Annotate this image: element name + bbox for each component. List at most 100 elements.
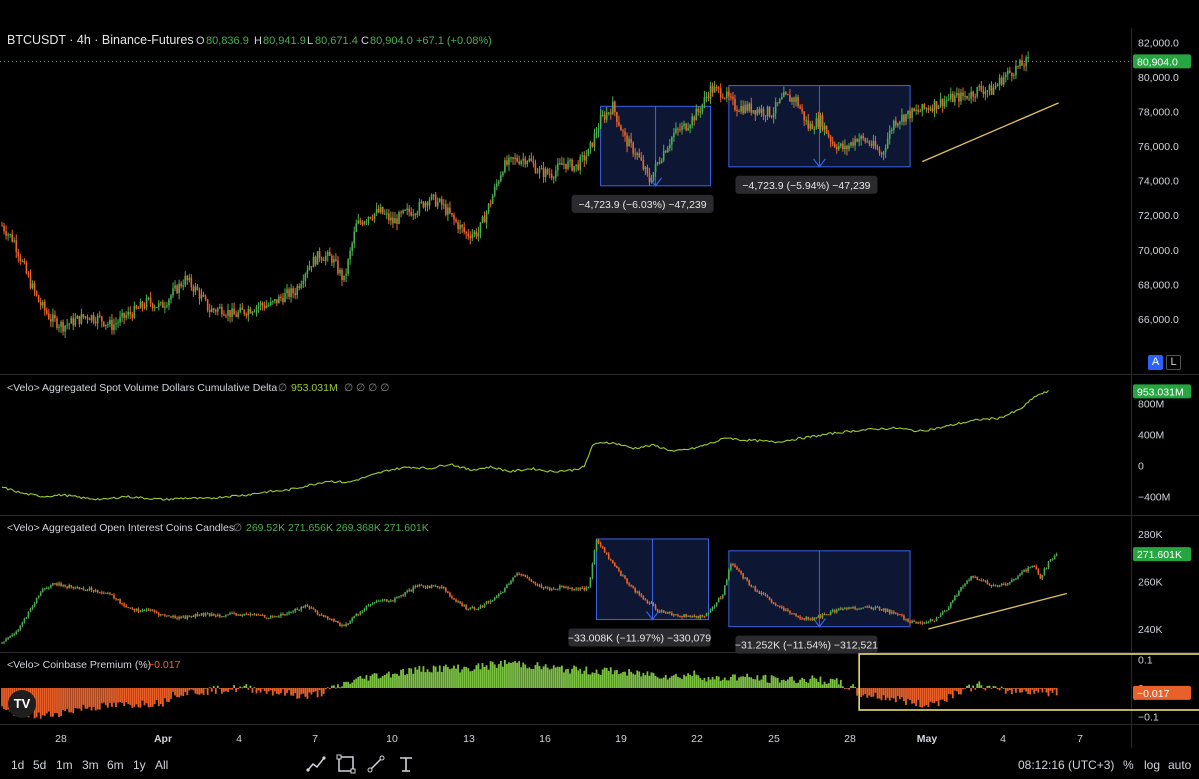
price-candle [90,315,93,321]
premium-bar [45,688,48,714]
price-candle [646,167,649,174]
price-pane[interactable]: 82,000.080,000.078,000.076,000.074,000.0… [0,37,1191,339]
timeframe-6m[interactable]: 6m [107,758,124,772]
premium-pane[interactable]: 0.10−0.1−0.017 [1,653,1199,723]
oi-candle [160,614,162,616]
premium-title[interactable]: <Velo> Coinbase Premium (%) [7,659,151,671]
premium-bar [526,668,529,688]
price-candle [290,288,292,297]
x-tick-label: 13 [463,733,475,745]
premium-bar [628,669,630,688]
oi-candle [575,588,577,590]
oi-candle [276,616,278,618]
timeframe-all[interactable]: All [155,758,168,772]
premium-bar [184,688,187,693]
price-candle [880,153,883,155]
timeframe-5d[interactable]: 5d [33,758,46,772]
open-value: 80,836.9 [206,35,249,47]
premium-bar [917,688,920,700]
price-candle [182,285,185,287]
lock-scale-button[interactable]: L [1166,355,1181,370]
price-candle [398,212,400,224]
timeframe-1y[interactable]: 1y [133,758,146,772]
premium-bar [1008,688,1011,691]
symbol-title[interactable]: BTCUSDT · 4h · Binance-Futures [7,33,194,47]
premium-bar [958,688,960,695]
premium-bar [49,688,52,717]
cvd-pane[interactable]: 800M400M0−400M953.031M [1,384,1191,503]
oi-candle [25,616,28,619]
premium-bar [294,688,297,694]
premium-bar [102,688,105,703]
price-candle [805,120,808,122]
price-candle [155,307,158,309]
price-candle [785,92,787,95]
oi-candle [261,614,264,616]
premium-bar [157,688,160,707]
premium-bar [874,688,877,693]
log-scale-toggle[interactable]: log [1144,758,1160,772]
open-interest-pane[interactable]: 280K260K240K−33.008K (−11.97%) −330,079−… [1,529,1191,654]
oi-candle [282,614,284,616]
price-candle [139,302,142,309]
auto-scale-toggle[interactable]: auto [1168,758,1191,772]
premium-bar [290,688,293,696]
chart-canvas[interactable]: 82,000.080,000.078,000.076,000.074,000.0… [0,0,1199,779]
text-tool-icon[interactable] [396,754,416,774]
premium-bar [43,688,46,716]
oi-candle [182,616,185,618]
price-candle [21,261,24,263]
premium-bar [966,685,968,688]
premium-bar [229,688,231,690]
y-tick-label: 78,000.0 [1138,107,1179,119]
price-candle [459,224,461,230]
price-candle [326,252,329,256]
cvd-title[interactable]: <Velo> Aggregated Spot Volume Dollars Cu… [7,382,277,394]
premium-bar [990,688,993,689]
oi-candle [141,610,144,612]
price-candle [1017,65,1019,67]
rectangle-tool-icon[interactable] [336,754,356,774]
oi-candle [109,592,111,594]
percent-scale-toggle[interactable]: % [1123,758,1134,772]
tradingview-logo-icon[interactable]: TV [8,690,36,718]
oi-candle [485,601,488,604]
price-candle [913,108,915,112]
price-candle [811,123,814,130]
price-candle [491,195,494,204]
price-candle [483,216,486,223]
oi-candle [440,586,443,588]
oi-title[interactable]: <Velo> Aggregated Open Interest Coins Ca… [7,522,234,534]
clock[interactable]: 08:12:16 (UTC+3) [1018,758,1114,772]
premium-bar [123,688,126,707]
oi-candle [835,609,838,613]
premium-bar [636,670,639,688]
premium-bar [300,688,303,695]
price-candle [925,108,928,110]
price-candle [974,96,977,98]
oi-candle [239,614,242,616]
premium-bar [398,675,400,688]
timeframe-1m[interactable]: 1m [56,758,73,772]
premium-bar [37,688,40,713]
trend-line-tool-icon[interactable] [306,754,326,774]
y-tick-label: 240K [1138,624,1163,636]
premium-bar [768,682,771,688]
price-candle [736,109,738,112]
price-candle [286,289,288,294]
price-candle [214,310,217,312]
timeframe-1d[interactable]: 1d [11,758,24,772]
oi-candle [172,615,174,618]
price-candle [357,220,360,224]
premium-bar [506,663,508,688]
oi-candle [662,610,665,613]
premium-bar [732,674,734,688]
premium-bar [166,688,168,702]
auto-scale-button[interactable]: A [1148,355,1163,370]
price-candle [607,112,610,114]
timeframe-3m[interactable]: 3m [82,758,99,772]
oi-candle [74,587,77,589]
ray-tool-icon[interactable] [366,754,386,774]
premium-bar [652,672,655,688]
premium-bar [774,677,777,688]
